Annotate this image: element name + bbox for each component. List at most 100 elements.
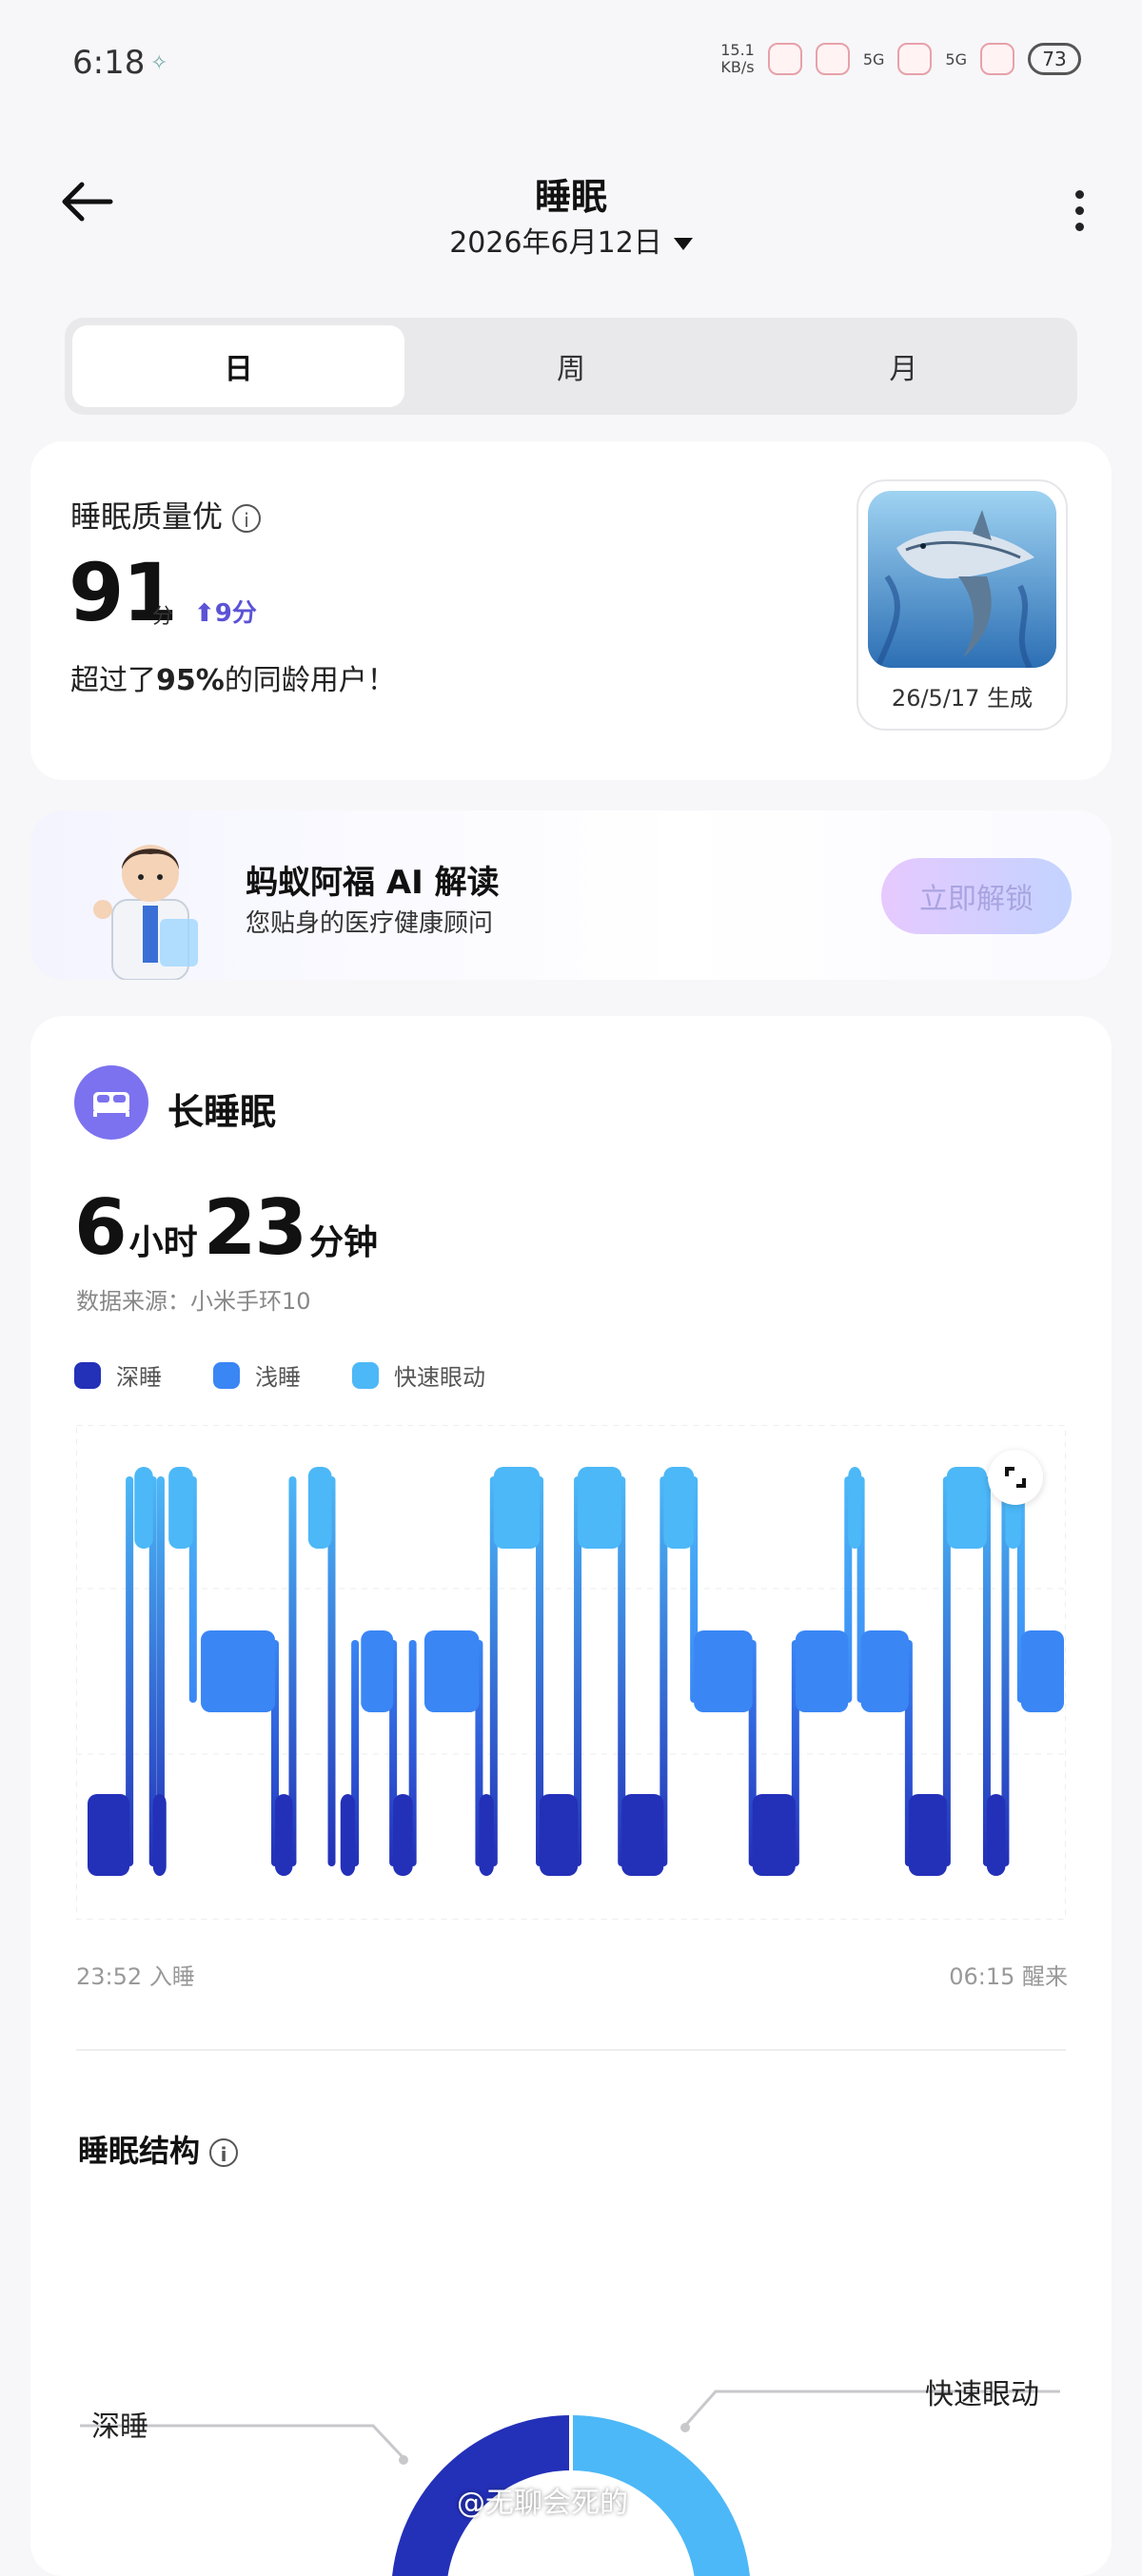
stage-segment-18: [752, 1794, 796, 1876]
duration-hours: 6: [74, 1183, 128, 1272]
network-speed-unit: KB/s: [720, 58, 755, 76]
date-label: 2026年6月12日: [449, 226, 662, 260]
ai-interpretation-card[interactable]: 蚂蚁阿福 AI 解读 您贴身的医疗健康顾问 立即解锁: [30, 810, 1112, 980]
legend-swatch-light: [213, 1361, 240, 1389]
bell-icon: [815, 43, 850, 75]
long-sleep-card: 长睡眠 6 小时 23 分钟 数据来源：小米手环10 深睡 浅睡 快速眼动 23…: [30, 1016, 1112, 2576]
stage-segment-23: [946, 1467, 987, 1549]
score-delta-value: 9分: [214, 599, 257, 628]
stage-segment-19: [795, 1630, 849, 1712]
legend-label-deep: 深睡: [116, 1364, 162, 1391]
signal-icon-1: 5G: [862, 49, 885, 68]
stage-segment-4: [201, 1630, 275, 1712]
divider: [76, 2049, 1066, 2051]
score-delta: ⬆9分: [194, 594, 257, 629]
sleep-duration: 6 小时 23 分钟: [74, 1183, 384, 1272]
top-bar: 睡眠 2026年6月12日: [0, 152, 1142, 276]
sleep-structure-title: 睡眠结构 i: [78, 2127, 239, 2171]
sleep-structure-text: 睡眠结构: [78, 2133, 201, 2169]
ai-subtitle: 您贴身的医疗健康顾问: [246, 909, 494, 938]
network-speed-value: 15.1: [720, 41, 755, 59]
bluetooth-icon: [767, 43, 802, 75]
status-icons: 15.1 KB/s 5G 5G 73: [720, 42, 1081, 76]
stage-segment-12: [493, 1467, 541, 1549]
notification-icon: ✧: [150, 51, 168, 75]
end-time-value: 06:15: [949, 1963, 1015, 1990]
ai-title: 蚂蚁阿福 AI 解读: [246, 864, 500, 902]
watermark: @无聊会死的: [457, 2487, 628, 2520]
stage-segment-11: [479, 1794, 494, 1876]
signal-bars-icon-2: [980, 43, 1014, 75]
legend-deep: 深睡: [74, 1358, 162, 1392]
stage-segment-6: [307, 1467, 332, 1549]
arrow-up-icon: ⬆: [194, 599, 215, 628]
tab-week[interactable]: 周: [404, 325, 737, 407]
page-title: 睡眠: [534, 176, 607, 218]
tab-month[interactable]: 月: [738, 325, 1070, 407]
structure-label-deep: 深睡: [91, 2410, 148, 2444]
signal-bars-icon-1: [897, 43, 933, 75]
status-time: 6:18: [72, 44, 146, 82]
more-options-icon[interactable]: [1073, 190, 1085, 234]
sleep-avatar-card[interactable]: 26/5/17 生成: [856, 479, 1068, 731]
stage-segment-24: [986, 1794, 1006, 1876]
unlock-button[interactable]: 立即解锁: [881, 858, 1072, 934]
sleep-start-time: 23:52 入睡: [76, 1958, 195, 1991]
stage-segment-26: [1020, 1630, 1064, 1712]
battery-icon: 73: [1028, 43, 1081, 75]
section-title: 长睡眠: [167, 1091, 277, 1133]
end-time-label: 醒来: [1022, 1963, 1068, 1990]
stage-segment-2: [152, 1794, 167, 1876]
stage-segment-3: [168, 1467, 193, 1549]
badge-caption: 26/5/17 生成: [891, 685, 1034, 712]
structure-label-rem: 快速眼动: [925, 2378, 1039, 2411]
tab-day[interactable]: 日: [72, 325, 405, 407]
period-tabs: 日 周 月: [65, 318, 1077, 415]
stage-segment-9: [393, 1794, 413, 1876]
expand-icon[interactable]: [988, 1450, 1043, 1505]
doctor-avatar-icon: [93, 845, 198, 980]
score-unit: 分: [152, 605, 174, 629]
legend-swatch-rem: [352, 1361, 379, 1389]
duration-minutes-unit: 分钟: [309, 1223, 379, 1262]
peer-comparison-pct: 95%: [156, 664, 225, 697]
start-time-label: 入睡: [148, 1963, 195, 1990]
structure-info-icon[interactable]: i: [209, 2138, 239, 2167]
legend-rem: 快速眼动: [352, 1358, 485, 1392]
info-icon[interactable]: i: [232, 504, 262, 533]
stage-segment-17: [694, 1630, 753, 1712]
sleep-score-card[interactable]: 睡眠质量优 i 91 分 ⬆9分 超过了95%的同龄用户！ 26/5/17 生成: [30, 441, 1112, 780]
sleep-end-time: 06:15 醒来: [949, 1958, 1068, 1991]
stage-segment-10: [423, 1630, 480, 1712]
shark-image: [868, 491, 1056, 668]
stage-segment-15: [621, 1794, 664, 1876]
sleep-quality-label: 睡眠质量优 i: [70, 493, 262, 537]
stage-segment-22: [908, 1794, 947, 1876]
bed-icon: [74, 1065, 148, 1140]
sleep-stage-chart[interactable]: [76, 1425, 1066, 1920]
legend-swatch-deep: [74, 1361, 101, 1389]
signal-icon-2: 5G: [945, 49, 967, 68]
legend-label-light: 浅睡: [255, 1364, 301, 1391]
stage-segment-1: [134, 1467, 153, 1549]
stage-segment-8: [361, 1630, 394, 1712]
peer-comparison-prefix: 超过了: [70, 664, 156, 697]
stage-segment-20: [848, 1467, 862, 1549]
stage-segment-16: [663, 1467, 695, 1549]
legend-light: 浅睡: [213, 1358, 301, 1392]
sleep-structure-donut[interactable]: [30, 2300, 1112, 2576]
date-selector[interactable]: 2026年6月12日: [0, 219, 1142, 261]
stage-segment-14: [578, 1467, 622, 1549]
duration-minutes: 23: [203, 1183, 307, 1272]
stage-segment-7: [340, 1794, 356, 1876]
chart-legend: 深睡 浅睡 快速眼动: [74, 1358, 485, 1392]
caret-down-icon: [673, 238, 693, 250]
stage-segment-5: [274, 1794, 293, 1876]
stage-segment-13: [540, 1794, 579, 1876]
peer-comparison: 超过了95%的同龄用户！: [70, 656, 396, 698]
peer-comparison-suffix: 的同龄用户！: [224, 664, 396, 697]
stage-segment-0: [88, 1794, 130, 1876]
data-source: 数据来源：小米手环10: [76, 1288, 311, 1315]
network-speed: 15.1 KB/s: [720, 42, 755, 76]
sleep-quality-text: 睡眠质量优: [70, 498, 224, 535]
